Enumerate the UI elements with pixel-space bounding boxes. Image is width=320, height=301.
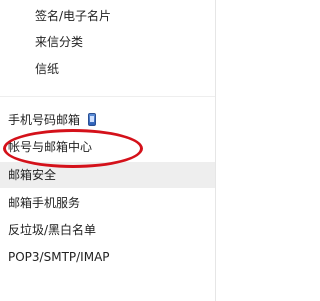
menu-item-label: 帐号与邮箱中心 <box>8 140 93 154</box>
menu-item-account-center[interactable]: 帐号与邮箱中心 <box>0 134 216 160</box>
menu-item-antispam-lists[interactable]: 反垃圾/黑白名单 <box>0 217 216 243</box>
menu-item-label: 信纸 <box>35 62 60 76</box>
menu-item-label: 反垃圾/黑白名单 <box>8 223 97 237</box>
menu-item-pop3-smtp-imap[interactable]: POP3/SMTP/IMAP <box>0 244 216 270</box>
menu-item-mail-categories[interactable]: 来信分类 <box>0 29 216 55</box>
settings-side-menu: 签名/电子名片 来信分类 信纸 手机号码邮箱 帐号与邮箱中心 邮箱安全 邮箱手机… <box>0 0 216 301</box>
menu-item-mobile-mailbox[interactable]: 手机号码邮箱 <box>0 107 216 133</box>
menu-item-label: 邮箱安全 <box>8 168 57 182</box>
menu-divider <box>0 96 216 97</box>
menu-item-label: 来信分类 <box>35 35 84 49</box>
mobile-phone-icon <box>87 113 96 126</box>
menu-item-label: 签名/电子名片 <box>35 9 112 23</box>
menu-item-label: 手机号码邮箱 <box>8 113 81 127</box>
menu-item-mailbox-security[interactable]: 邮箱安全 <box>0 162 216 188</box>
panel-right-edge <box>215 0 216 301</box>
menu-item-signature[interactable]: 签名/电子名片 <box>0 3 216 29</box>
menu-item-mobile-service[interactable]: 邮箱手机服务 <box>0 190 216 216</box>
menu-item-label: 邮箱手机服务 <box>8 196 81 210</box>
menu-item-stationery[interactable]: 信纸 <box>0 56 216 82</box>
menu-item-label: POP3/SMTP/IMAP <box>8 250 110 264</box>
